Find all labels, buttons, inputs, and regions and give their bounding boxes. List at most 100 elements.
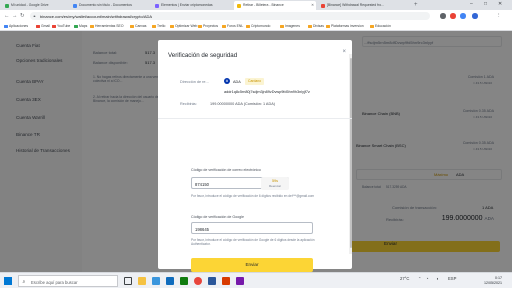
- bookmark-folder[interactable]: Educación: [370, 24, 391, 28]
- tab-label: Documento sin título - Documentos: [79, 3, 132, 7]
- address-value: addr1q8c5rn80j7sdjm3jn89vDvwp9fd5hn9h3nl…: [224, 90, 310, 94]
- network-icon[interactable]: ◔: [426, 276, 429, 281]
- store-icon[interactable]: [152, 277, 160, 285]
- bookmark-folder[interactable]: Plataformas inversion: [326, 24, 364, 28]
- bookmark-folder[interactable]: Foros ENL: [222, 24, 243, 28]
- clock[interactable]: 0:17 12/05/2021: [484, 276, 502, 286]
- back-icon[interactable]: ←: [4, 13, 10, 19]
- submit-button[interactable]: Enviar: [191, 258, 313, 272]
- resend-label: Reenviar: [268, 183, 281, 188]
- binance-icon: [237, 3, 241, 8]
- tab-gmail-withdrawal[interactable]: [Binance] Withdrawal Requested fro...: [318, 1, 410, 10]
- folder-icon: [370, 24, 374, 28]
- folder-icon: [326, 24, 330, 28]
- tab-label: [Binance] Withdrawal Requested fro...: [327, 3, 384, 7]
- language-indicator[interactable]: ESP: [448, 276, 456, 281]
- folder-icon: [170, 24, 174, 28]
- avatar[interactable]: [472, 13, 478, 19]
- coin-symbol: ADA: [233, 79, 241, 84]
- email-code-label: Código de verificación de correo electró…: [191, 168, 261, 172]
- bookmark-folder[interactable]: Canvas: [130, 24, 147, 28]
- menu-icon[interactable]: ⋮: [496, 13, 502, 19]
- bookmark-folder[interactable]: Divisas: [308, 24, 324, 28]
- new-tab-icon[interactable]: +: [414, 2, 418, 8]
- address-label: Dirección de re...: [180, 80, 209, 84]
- bookmarks-bar: Aplicaciones Gmail YouTube Maps Herramie…: [0, 22, 512, 31]
- bookmark-folder[interactable]: Imagenes: [280, 24, 300, 28]
- chevron-up-icon[interactable]: ⌃: [418, 276, 422, 281]
- gmail-icon: [36, 24, 40, 28]
- folder-icon: [246, 24, 250, 28]
- google-code-input[interactable]: 198645: [191, 222, 313, 234]
- app-icon[interactable]: [222, 277, 230, 285]
- windows-start-icon[interactable]: [4, 277, 12, 285]
- reload-icon[interactable]: ↻: [20, 13, 25, 19]
- close-icon[interactable]: ×: [342, 49, 346, 55]
- bookmark-apps[interactable]: Aplicaciones: [4, 24, 28, 28]
- tab-label: Mi unidad - Google Drive: [11, 3, 49, 7]
- task-view-icon[interactable]: [124, 277, 132, 285]
- extension-icon[interactable]: [450, 13, 456, 19]
- bookmark-folder[interactable]: Optimizar Web: [170, 24, 197, 28]
- url-field[interactable]: 🔒︎ binance.com/es/my/wallet/account/main…: [30, 12, 430, 20]
- folder-icon: [280, 24, 284, 28]
- maximize-icon[interactable]: □: [484, 1, 487, 7]
- weather-widget[interactable]: 27°C: [400, 276, 409, 281]
- minimize-icon[interactable]: –: [470, 1, 473, 7]
- chrome-icon[interactable]: [194, 277, 202, 285]
- receive-label: Recibirás:: [180, 102, 197, 106]
- folder-icon: [90, 24, 94, 28]
- forward-icon[interactable]: →: [12, 13, 18, 19]
- lock-icon: 🔒︎: [33, 14, 36, 18]
- google-code-hint: Por favor, introduce el código de verifi…: [191, 238, 315, 247]
- drive-icon: [5, 3, 9, 8]
- google-code-label: Código de verificación de Google: [191, 215, 244, 219]
- receive-value: 199.00000000 ADA (Comisión: 1 ADA): [210, 102, 276, 106]
- browser-tab-bar: Mi unidad - Google Drive Documento sin t…: [0, 0, 512, 10]
- volume-icon[interactable]: ◖: [436, 276, 439, 281]
- modal-title: Verificación de seguridad: [168, 52, 238, 59]
- tab-google-docs[interactable]: Documento sin título - Documentos: [70, 1, 150, 10]
- url-text: binance.com/es/my/wallet/account/main/wi…: [40, 14, 153, 19]
- bookmark-folder[interactable]: Proyectos: [198, 24, 218, 28]
- bookmark-folder[interactable]: Trello: [152, 24, 165, 28]
- bookmark-youtube[interactable]: YouTube: [52, 24, 70, 28]
- modal-scroll-thumb[interactable]: [349, 58, 352, 248]
- network-tag: Cardano: [245, 77, 265, 85]
- app-icon[interactable]: [236, 277, 244, 285]
- tab-google-drive[interactable]: Mi unidad - Google Drive: [2, 1, 68, 10]
- close-window-icon[interactable]: ✕: [498, 1, 502, 7]
- folder-icon: [222, 24, 226, 28]
- mail-icon[interactable]: [166, 277, 174, 285]
- extension-icon[interactable]: [440, 13, 446, 19]
- folder-icon: [308, 24, 312, 28]
- page-icon: [155, 3, 159, 8]
- bookmark-folder[interactable]: Herramientas SEO: [90, 24, 123, 28]
- folder-icon: [130, 24, 134, 28]
- security-verification-modal: Verificación de seguridad × Dirección de…: [158, 40, 352, 286]
- word-icon[interactable]: [208, 277, 216, 285]
- extension-icon[interactable]: [460, 13, 466, 19]
- docs-icon: [73, 3, 77, 8]
- xbox-icon[interactable]: [180, 277, 188, 285]
- resend-code-button[interactable]: 59s Reenviar: [261, 177, 289, 190]
- file-explorer-icon[interactable]: [138, 277, 146, 285]
- tab-binance-withdraw[interactable]: Retirar - Billetera - Binance ✕: [234, 1, 316, 10]
- taskbar-search-input[interactable]: ⌕ Escribe aquí para buscar: [18, 275, 118, 287]
- windows-taskbar: ⌕ Escribe aquí para buscar 27°C ⌃ ◔ ◖ ES…: [0, 272, 512, 288]
- clock-date: 12/05/2021: [484, 280, 502, 285]
- resend-countdown: 59s: [271, 179, 279, 183]
- gmail-icon: [321, 3, 325, 8]
- bookmark-gmail[interactable]: Gmail: [36, 24, 50, 28]
- close-tab-icon[interactable]: ✕: [311, 3, 314, 7]
- tab-send-crypto[interactable]: Elementos | Enviar criptomonedas: [152, 1, 232, 10]
- folder-icon: [152, 24, 156, 28]
- folder-icon: [198, 24, 202, 28]
- apps-icon: [4, 24, 8, 28]
- bookmark-maps[interactable]: Maps: [74, 24, 87, 28]
- modal-divider: [158, 118, 352, 119]
- bookmark-folder[interactable]: Criptomundo: [246, 24, 270, 28]
- search-icon: ⌕: [22, 278, 26, 285]
- address-bar-row: ← → ↻ 🔒︎ binance.com/es/my/wallet/accoun…: [0, 10, 512, 22]
- tab-label: Elementos | Enviar criptomonedas: [161, 3, 213, 7]
